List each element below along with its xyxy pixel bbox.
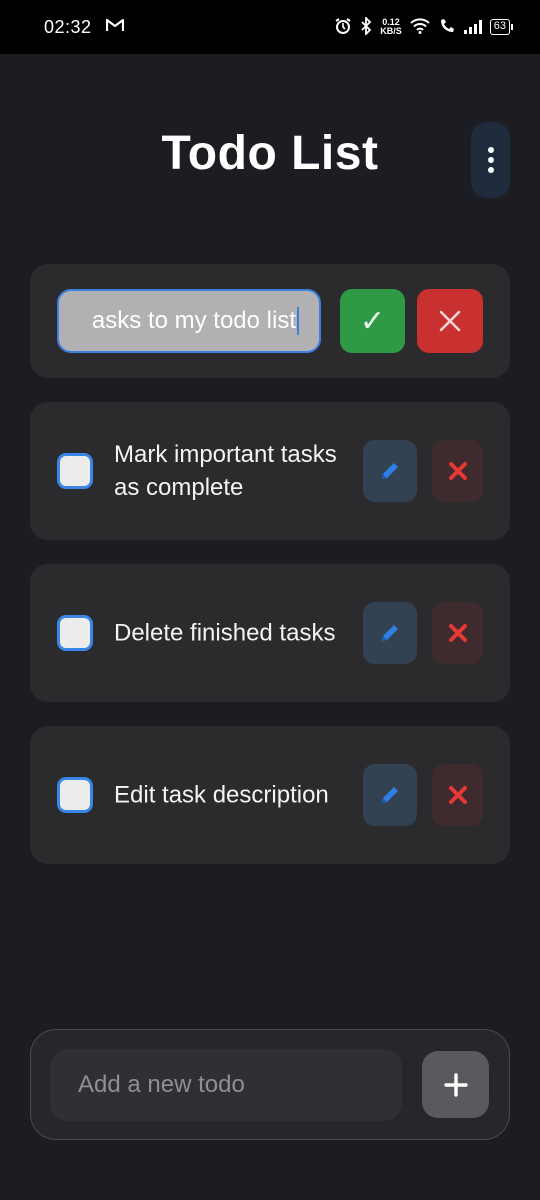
confirm-edit-button[interactable]: ✓: [340, 289, 405, 353]
page-title: Todo List: [161, 127, 379, 180]
wifi-icon: [410, 17, 430, 37]
gmail-icon: [105, 18, 124, 37]
plus-icon: [443, 1072, 468, 1097]
delete-x-icon: [448, 624, 467, 642]
pencil-icon: [382, 787, 398, 803]
delete-todo-button[interactable]: [432, 764, 483, 826]
todo-checkbox[interactable]: [57, 777, 93, 813]
edit-todo-button[interactable]: [363, 602, 417, 664]
todo-item: Edit task description: [30, 726, 510, 864]
edit-todo-button[interactable]: [363, 440, 417, 502]
add-todo-input[interactable]: [50, 1049, 402, 1121]
todo-checkbox[interactable]: [57, 453, 93, 489]
close-icon: [439, 310, 461, 332]
check-icon: ✓: [359, 304, 386, 338]
add-todo-bar: [30, 1029, 510, 1140]
todo-item: Mark important tasks as complete: [30, 402, 510, 540]
todo-checkbox[interactable]: [57, 615, 93, 651]
todo-text: Delete finished tasks: [114, 619, 336, 647]
delete-x-icon: [448, 786, 467, 804]
wifi-calling-icon: [438, 17, 456, 38]
more-vertical-icon: [487, 147, 494, 153]
add-todo-button[interactable]: [422, 1051, 489, 1118]
pencil-icon: [382, 625, 398, 641]
text-caret: [297, 307, 299, 335]
todo-text: Edit task description: [114, 781, 329, 809]
battery-indicator: 63: [489, 19, 514, 35]
bluetooth-icon: [360, 15, 372, 38]
edit-todo-value: asks to my todo list: [91, 307, 296, 334]
todo-item: Delete finished tasks: [30, 564, 510, 702]
alarm-icon: [334, 17, 352, 38]
delete-todo-button[interactable]: [432, 602, 483, 664]
todo-text: Mark important tasks as complete: [114, 441, 337, 501]
delete-x-icon: [448, 462, 467, 480]
delete-todo-button[interactable]: [432, 440, 483, 502]
status-time: 02:32: [44, 16, 92, 37]
status-bar: 02:32 0.12 KB/S 63: [0, 0, 540, 54]
edit-todo-input[interactable]: asks to my todo list: [57, 289, 321, 353]
edit-todo-button[interactable]: [363, 764, 417, 826]
edit-todo-card: asks to my todo list ✓: [30, 264, 510, 378]
pencil-icon: [382, 463, 398, 479]
network-speed: 0.12 KB/S: [380, 18, 402, 36]
network-speed-unit: KB/S: [380, 26, 402, 36]
signal-icon: [463, 20, 482, 34]
more-options-button[interactable]: [471, 122, 510, 198]
cancel-edit-button[interactable]: [417, 289, 483, 353]
